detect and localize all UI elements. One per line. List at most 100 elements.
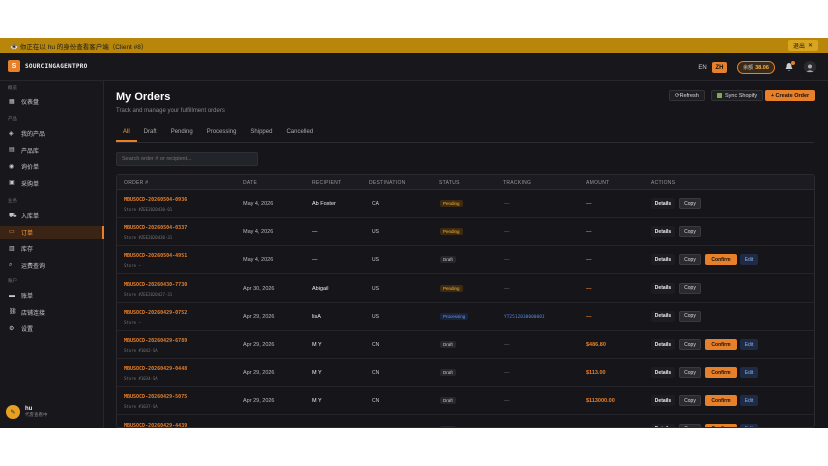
details-button[interactable]: Details: [651, 226, 675, 238]
order-number-link[interactable]: MBUSOCD-20260504-4951: [124, 253, 187, 259]
copy-button[interactable]: Copy: [679, 423, 701, 427]
edit-button[interactable]: Edit: [740, 254, 758, 266]
details-button[interactable]: Details: [651, 198, 675, 209]
order-number-link[interactable]: MBUSOCD-20260429-4439: [124, 423, 187, 427]
page-title: My Orders: [116, 91, 171, 103]
tab-shipped[interactable]: Shipped: [243, 124, 279, 142]
details-button[interactable]: Details: [651, 367, 675, 379]
details-button[interactable]: Details: [651, 282, 675, 294]
order-number-link[interactable]: MBUSOCD-20260430-7730: [124, 282, 187, 288]
copy-button[interactable]: Copy: [679, 226, 701, 238]
page-subtitle: Track and manage your fulfillment orders: [116, 108, 225, 114]
edit-button[interactable]: Edit: [740, 367, 758, 379]
store-ref: Store #1034-SA: [124, 376, 158, 382]
confirm-button[interactable]: Confirm: [705, 254, 737, 266]
lang-en-button[interactable]: EN: [695, 62, 710, 73]
tab-cancelled[interactable]: Cancelled: [279, 124, 320, 142]
edit-button[interactable]: Edit: [740, 339, 758, 350]
sidebar-item[interactable]: ◉ 询价单: [0, 160, 104, 173]
refresh-button[interactable]: ⟳ Refresh: [669, 90, 705, 101]
details-button[interactable]: Details: [651, 339, 675, 350]
brand-name: SOURCINGAGENTPRO: [25, 63, 88, 70]
copy-button[interactable]: Copy: [679, 282, 701, 294]
order-number-link[interactable]: MBUSOCD-20260429-5075: [124, 394, 187, 400]
store-ref: Store #ZEE2020430-31: [124, 235, 173, 241]
order-date: Apr 29, 2026: [243, 342, 275, 348]
banner-text: 👁️ 你正在以 hu 的身份查看客户端（Client #8）: [10, 43, 148, 51]
sidebar-item[interactable]: ⌕ 运费查询: [0, 259, 104, 272]
sidebar-item[interactable]: ▬ 账单: [0, 289, 104, 302]
sync-shopify-button[interactable]: Sync Shopify: [711, 90, 764, 101]
order-amount: $113.00: [586, 370, 606, 377]
sidebar-item[interactable]: ⛟ 入库单: [0, 209, 104, 222]
recipient: —: [312, 229, 318, 236]
sidebar-item[interactable]: ⚙ 设置: [0, 322, 104, 335]
details-button[interactable]: Details: [651, 423, 675, 427]
order-number-link[interactable]: MBUSOCD-20260429-0448: [124, 366, 187, 372]
tracking-number: —: [504, 370, 510, 377]
sidebar-item-label: 店铺连接: [21, 310, 46, 317]
confirm-button[interactable]: Confirm: [705, 367, 737, 379]
search-input[interactable]: [116, 152, 258, 166]
store-ref: Store #1037-SA: [124, 404, 158, 410]
sidebar-item[interactable]: ▦ 仪表盘: [0, 95, 104, 108]
order-number-link[interactable]: MBUSOCD-20260429-0752: [124, 310, 187, 316]
confirm-button[interactable]: Confirm: [705, 395, 737, 407]
balance-badge[interactable]: 余额 38.06: [737, 61, 775, 74]
details-button[interactable]: Details: [651, 310, 675, 322]
order-date: May 4, 2026: [243, 257, 274, 264]
exit-button[interactable]: 退出 ✕: [787, 40, 818, 51]
sidebar-item[interactable]: ▣ 采购单: [0, 177, 104, 190]
destination: CN: [372, 398, 380, 405]
order-amount: —: [586, 229, 592, 236]
copy-button[interactable]: Copy: [679, 254, 701, 266]
details-button[interactable]: Details: [651, 395, 675, 407]
lang-zh-button[interactable]: ZH: [712, 62, 727, 73]
tab-pending[interactable]: Pending: [164, 124, 200, 142]
order-amount: —: [586, 313, 592, 320]
order-date: Apr 29, 2026: [243, 398, 275, 405]
sidebar-item[interactable]: ⛓ 店铺连接: [0, 306, 104, 319]
table-row: MBUSOCD-20260429-6789 Store #1042-SA Apr 2…: [117, 331, 814, 359]
tracking-number: —: [504, 342, 510, 348]
destination: US: [372, 313, 379, 320]
sidebar-item[interactable]: ▥ 库存: [0, 242, 104, 255]
edit-button[interactable]: Edit: [740, 423, 758, 427]
status-badge: Pending: [440, 228, 463, 236]
tab-processing[interactable]: Processing: [200, 124, 244, 142]
sidebar-item[interactable]: ▤ 产品库: [0, 144, 104, 157]
table-row: MBUSOCD-20260504-0936 Store #ZEE2020430-0…: [117, 190, 814, 218]
column-header: ORDER #: [124, 180, 149, 186]
copy-button[interactable]: Copy: [679, 395, 701, 407]
status-badge: Draft: [440, 397, 456, 405]
tracking-number[interactable]: YT2512030000001: [504, 315, 545, 320]
sidebar-item-label: 账单: [21, 294, 34, 300]
copy-button[interactable]: Copy: [679, 198, 701, 209]
order-amount: $113000.00: [586, 427, 615, 428]
user-avatar-icon[interactable]: [804, 61, 816, 73]
destination: CN: [372, 370, 380, 377]
tab-draft[interactable]: Draft: [137, 124, 164, 142]
order-number-link[interactable]: MBUSOCD-20260504-0337: [124, 225, 187, 231]
status-badge: Pending: [440, 284, 463, 292]
status-tabs: All Draft Pending Processing Shipped Cancelle…: [116, 124, 320, 142]
create-order-button[interactable]: + Create Order: [765, 90, 815, 101]
copy-button[interactable]: Copy: [679, 339, 701, 350]
sidebar-item[interactable]: ▭ 订单: [0, 225, 104, 239]
confirm-button[interactable]: Confirm: [705, 423, 737, 427]
current-user[interactable]: ✎ hu 代客查看中: [6, 405, 48, 419]
details-button[interactable]: Details: [651, 254, 675, 266]
store-ref: Store —: [124, 263, 141, 269]
recipient: Ab Foster: [312, 201, 336, 207]
confirm-button[interactable]: Confirm: [705, 339, 737, 350]
copy-button[interactable]: Copy: [679, 310, 701, 322]
tab-all[interactable]: All: [116, 124, 137, 142]
edit-button[interactable]: Edit: [740, 395, 758, 407]
sidebar-item[interactable]: ◈ 我的产品: [0, 127, 104, 140]
order-number-link[interactable]: MBUSOCD-20260504-0936: [124, 197, 187, 203]
order-number-link[interactable]: MBUSOCD-20260429-6789: [124, 338, 187, 344]
close-icon: ✕: [807, 43, 813, 49]
status-badge: Draft: [440, 425, 456, 427]
copy-button[interactable]: Copy: [679, 367, 701, 379]
order-date: Apr 29, 2026: [243, 313, 275, 320]
